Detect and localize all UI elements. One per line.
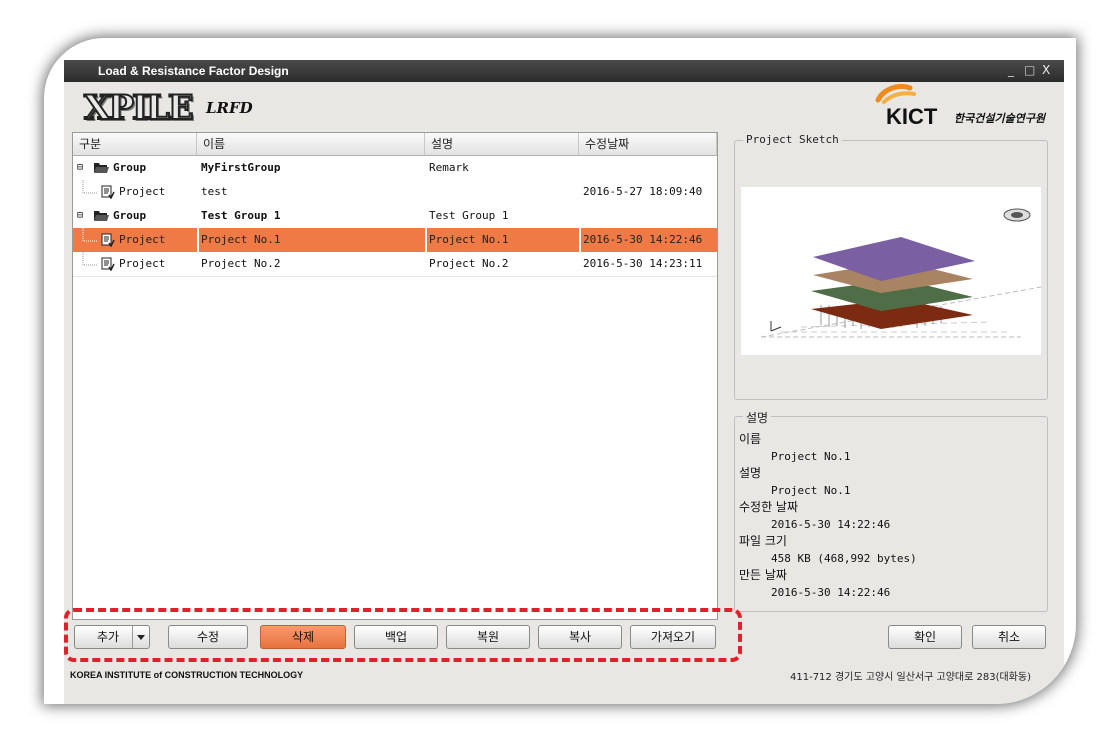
logo-text: XPILE (83, 87, 195, 129)
row-name: Project No.2 (201, 257, 281, 270)
screenshot-frame: Load & Resistance Factor Design _ □ X XP… (44, 38, 1076, 704)
row-description: Project No.2 (429, 257, 509, 270)
info-modified-label: 수정한 날짜 (739, 500, 799, 514)
add-button-label: 추가 (97, 630, 120, 644)
info-created-label: 만든 날짜 (739, 568, 787, 582)
import-button[interactable]: 가져오기 (630, 625, 716, 649)
restore-button[interactable]: 복원 (446, 625, 530, 649)
project-tree-table[interactable]: 구분 이름 설명 수정날짜 ⊟ Group MyFirstGroup Remar… (72, 132, 718, 620)
project-document-icon (101, 257, 115, 271)
row-description: Test Group 1 (429, 209, 509, 222)
row-type: Project (119, 233, 166, 246)
collapse-toggle-icon[interactable]: ⊟ (77, 156, 83, 180)
row-name: test (201, 185, 228, 198)
cancel-button[interactable]: 취소 (972, 625, 1046, 649)
table-row-project[interactable]: Project test 2016-5-27 18:09:40 (73, 180, 717, 204)
kict-korean-name: 한국건설기술연구원 (954, 112, 1046, 125)
backup-button[interactable]: 백업 (354, 625, 438, 649)
copy-button[interactable]: 복사 (538, 625, 622, 649)
sketch-title: Project Sketch (743, 133, 842, 146)
row-date: 2016-5-30 14:23:11 (583, 257, 703, 270)
title-bar: Load & Resistance Factor Design _ □ X (64, 60, 1064, 82)
kict-logo-text: KICT (886, 104, 938, 129)
row-type: Group (113, 209, 147, 222)
info-description-value: Project No.1 (771, 484, 851, 497)
table-row-group[interactable]: ⊟ Group MyFirstGroup Remark (73, 156, 717, 180)
table-row-project-selected[interactable]: Project Project No.1 Project No.1 2016-5… (73, 228, 717, 252)
folder-open-icon (94, 211, 109, 221)
row-type: Group (113, 161, 147, 174)
tree-line-icon (82, 252, 97, 266)
info-size-label: 파일 크기 (739, 534, 787, 548)
folder-open-icon (94, 163, 109, 173)
maximize-button[interactable]: □ (1024, 63, 1035, 77)
add-dropdown-arrow-icon[interactable] (132, 626, 149, 648)
column-header-description[interactable]: 설명 (425, 133, 579, 155)
logo-subtitle: LRFD (206, 99, 253, 117)
app-window: Load & Resistance Factor Design _ □ X XP… (64, 60, 1064, 704)
info-name-value: Project No.1 (771, 450, 851, 463)
tree-line-icon (82, 180, 97, 194)
column-header-date[interactable]: 수정날짜 (579, 133, 717, 155)
delete-button[interactable]: 삭제 (260, 625, 346, 649)
row-date: 2016-5-30 14:22:46 (583, 233, 703, 246)
column-divider (425, 228, 427, 252)
collapse-toggle-icon[interactable]: ⊟ (77, 204, 83, 228)
row-date: 2016-5-27 18:09:40 (583, 185, 703, 198)
row-name: Project No.1 (201, 233, 281, 246)
description-title: 설명 (743, 409, 772, 426)
table-row-project[interactable]: Project Project No.2 Project No.2 2016-5… (73, 252, 717, 277)
info-name-label: 이름 (739, 432, 762, 446)
table-header: 구분 이름 설명 수정날짜 (73, 133, 717, 156)
footer-address: 411-712 경기도 고양시 일산서구 고양대로 283(대화동) (790, 672, 1031, 683)
table-row-group[interactable]: ⊟ Group Test Group 1 Test Group 1 (73, 204, 717, 228)
close-button[interactable]: X (1042, 63, 1050, 77)
row-name: Test Group 1 (201, 209, 281, 222)
footer-institute-name: KOREA INSTITUTE of CONSTRUCTION TECHNOLO… (70, 670, 304, 680)
ok-button[interactable]: 확인 (888, 625, 962, 649)
edit-button[interactable]: 수정 (168, 625, 248, 649)
row-type: Project (119, 257, 166, 270)
add-button[interactable]: 추가 (74, 625, 150, 649)
description-panel: 설명 이름 Project No.1 설명 Project No.1 수정한 날… (734, 409, 1048, 612)
column-header-name[interactable]: 이름 (197, 133, 425, 155)
info-size-value: 458 KB (468,992 bytes) (771, 552, 917, 565)
info-modified-value: 2016-5-30 14:22:46 (771, 518, 891, 531)
column-divider (579, 228, 581, 252)
column-divider (197, 228, 199, 252)
window-title: Load & Resistance Factor Design (98, 64, 289, 78)
project-document-icon (101, 185, 115, 199)
project-sketch-panel: Project Sketch (734, 133, 1048, 400)
project-sketch-3d-view[interactable] (741, 187, 1041, 355)
info-description-label: 설명 (739, 466, 762, 480)
column-header-type[interactable]: 구분 (73, 133, 197, 155)
view-cube-icon[interactable] (1003, 208, 1031, 222)
kict-logo-icon (875, 84, 916, 104)
row-description: Project No.1 (429, 233, 509, 246)
tree-line-icon (82, 228, 97, 242)
row-type: Project (119, 185, 166, 198)
row-name: MyFirstGroup (201, 161, 281, 174)
info-created-value: 2016-5-30 14:22:46 (771, 586, 891, 599)
minimize-button[interactable]: _ (1008, 63, 1014, 77)
project-document-icon (101, 233, 115, 247)
row-description: Remark (429, 161, 469, 174)
